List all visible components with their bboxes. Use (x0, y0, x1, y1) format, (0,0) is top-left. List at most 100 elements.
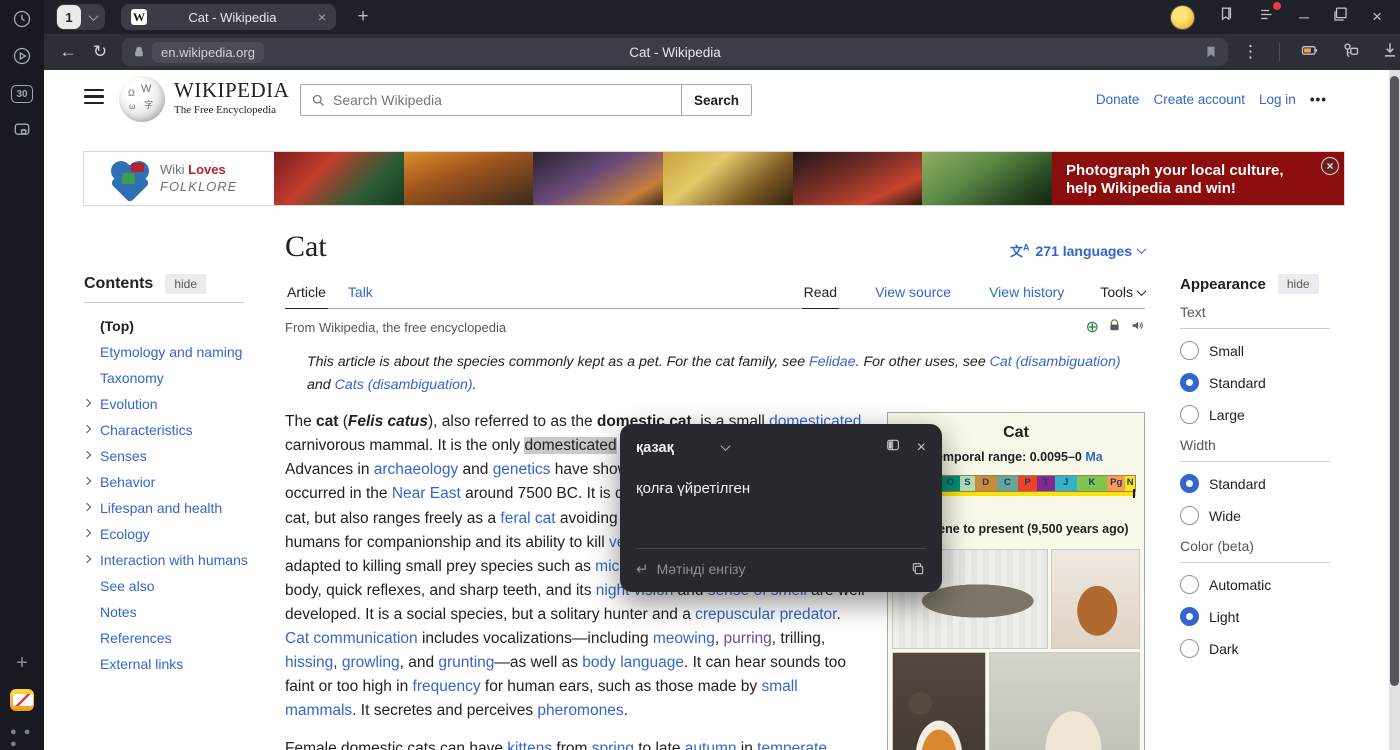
article-link[interactable]: grunting (438, 654, 494, 671)
protection-lock-icon[interactable] (1107, 318, 1122, 336)
menu-notification-icon[interactable] (1258, 5, 1277, 29)
article-link[interactable]: kittens (507, 740, 552, 750)
tab-view-source[interactable]: View source (873, 278, 953, 308)
article-link[interactable]: genetics (493, 461, 551, 478)
toc-item[interactable]: External links (84, 651, 262, 677)
login-link[interactable]: Log in (1259, 92, 1296, 107)
article-link[interactable]: growling (342, 654, 400, 671)
tab-read[interactable]: Read (802, 278, 839, 309)
article-link[interactable]: hissing (285, 654, 333, 671)
donate-link[interactable]: Donate (1096, 92, 1140, 107)
tab-view-history[interactable]: View history (987, 278, 1066, 308)
toc-item[interactable]: Ecology (84, 521, 262, 547)
article-link[interactable]: Felidae (809, 354, 856, 370)
password-manager-icon[interactable] (1340, 40, 1360, 65)
toc-item[interactable]: Notes (84, 599, 262, 625)
wikipedia-logo[interactable]: ΩW字ω (119, 76, 165, 122)
tab-close-icon[interactable]: × (318, 9, 326, 25)
toc-expand-chevron-icon[interactable] (83, 425, 91, 433)
toc-item[interactable]: See also (84, 573, 262, 599)
reload-icon[interactable]: ↻ (84, 42, 116, 62)
article-link[interactable]: spring (592, 740, 634, 750)
toc-expand-chevron-icon[interactable] (83, 399, 91, 407)
page-scrollbar[interactable] (1389, 70, 1400, 750)
radio-button[interactable] (1180, 607, 1199, 626)
tab-talk[interactable]: Talk (346, 278, 375, 308)
appearance-option-standard[interactable]: Standard (1180, 373, 1352, 392)
appearance-option-small[interactable]: Small (1180, 341, 1352, 360)
toc-item[interactable]: Evolution (84, 391, 262, 417)
banner-message[interactable]: Photograph your local culture, help Wiki… (1052, 152, 1344, 205)
window-close-button[interactable]: × (1372, 7, 1382, 27)
cat-photo-siamese[interactable] (989, 652, 1140, 750)
search-input[interactable] (333, 92, 681, 108)
radio-button[interactable] (1180, 405, 1199, 424)
player-icon[interactable] (10, 44, 34, 68)
article-link[interactable]: Cat communication (285, 630, 418, 647)
toc-item[interactable]: Taxonomy (84, 365, 262, 391)
copy-icon[interactable] (910, 561, 926, 577)
url-domain[interactable]: en.wikipedia.org (152, 42, 264, 63)
history-icon[interactable] (10, 7, 34, 31)
tab-article[interactable]: Article (285, 278, 328, 309)
toc-item[interactable]: References (84, 625, 262, 651)
article-link[interactable]: autumn (685, 740, 737, 750)
toc-item[interactable]: (Top) (84, 313, 262, 339)
cat-photo-orange-white[interactable] (892, 652, 986, 750)
main-menu-icon[interactable] (84, 89, 104, 105)
lock-icon[interactable] (132, 45, 146, 59)
ma-link[interactable]: Ma (1085, 450, 1102, 464)
radio-button[interactable] (1180, 474, 1199, 493)
toc-item[interactable]: Behavior (84, 469, 262, 495)
listen-audio-icon[interactable] (1130, 318, 1145, 336)
toc-expand-chevron-icon[interactable] (83, 503, 91, 511)
user-menu-icon[interactable]: ••• (1310, 92, 1327, 107)
scrollbar-thumb[interactable] (1390, 76, 1399, 686)
popup-language-chevron-icon[interactable] (720, 441, 730, 451)
article-link[interactable]: crepuscular predator (695, 606, 836, 623)
back-icon[interactable]: ← (52, 42, 84, 62)
article-link[interactable]: feral cat (500, 510, 555, 527)
bookmark-icon[interactable] (1204, 44, 1218, 65)
toc-hide-button[interactable]: hide (165, 274, 206, 294)
popup-input[interactable]: ↵ Мәтінді енгізу (636, 560, 926, 578)
browser-tab[interactable]: W Cat - Wikipedia × (121, 4, 336, 30)
appearance-option-light[interactable]: Light (1180, 607, 1352, 626)
wiki-loves-folklore-banner[interactable]: Wiki Loves FOLKLORE Photograph your loca… (84, 152, 1344, 205)
screenshot-icon[interactable] (10, 118, 34, 142)
tools-menu[interactable]: Tools (1100, 284, 1145, 308)
article-link[interactable]: archaeology (374, 461, 458, 478)
appearance-hide-button[interactable]: hide (1278, 274, 1319, 294)
toolbar-kebab-icon[interactable]: ⋮ (1242, 42, 1259, 62)
toc-item[interactable]: Interaction with humans (84, 547, 262, 573)
wikipedia-search[interactable]: Search (300, 84, 752, 116)
popup-language-selector[interactable]: қазақ (636, 440, 674, 456)
appearance-option-wide[interactable]: Wide (1180, 506, 1352, 525)
toc-item[interactable]: Characteristics (84, 417, 262, 443)
address-bar[interactable]: en.wikipedia.org Cat - Wikipedia (122, 38, 1228, 66)
window-maximize-button[interactable] (1331, 5, 1350, 29)
appearance-option-large[interactable]: Large (1180, 405, 1352, 424)
collections-icon[interactable] (1217, 5, 1236, 29)
article-link[interactable]: body language (582, 654, 684, 671)
rail-add-icon[interactable]: + (10, 651, 34, 675)
downloads-icon[interactable] (1380, 40, 1400, 65)
yandex-mail-icon[interactable] (10, 688, 34, 712)
translate-popup[interactable]: қазақ × қолға үйретілген ↵ Мәтінді енгіз… (620, 424, 942, 592)
toc-expand-chevron-icon[interactable] (83, 555, 91, 563)
appearance-option-automatic[interactable]: Automatic (1180, 575, 1352, 594)
article-link[interactable]: purring (724, 630, 772, 647)
toc-item[interactable]: Etymology and naming (84, 339, 262, 365)
cat-photo-abyssinian[interactable] (1051, 549, 1140, 649)
toc-expand-chevron-icon[interactable] (83, 451, 91, 459)
article-link[interactable]: Near East (392, 485, 461, 502)
article-link[interactable]: Cat (disambiguation) (990, 354, 1121, 370)
article-link[interactable]: Cats (disambiguation) (335, 377, 473, 393)
rail-more-icon[interactable]: ● ● ● (10, 726, 34, 750)
radio-button[interactable] (1180, 373, 1199, 392)
appearance-option-dark[interactable]: Dark (1180, 639, 1352, 658)
banner-close-icon[interactable]: × (1321, 157, 1339, 175)
article-link[interactable]: pheromones (537, 702, 623, 719)
radio-button[interactable] (1180, 575, 1199, 594)
good-article-icon[interactable]: ⊕ (1086, 317, 1099, 337)
